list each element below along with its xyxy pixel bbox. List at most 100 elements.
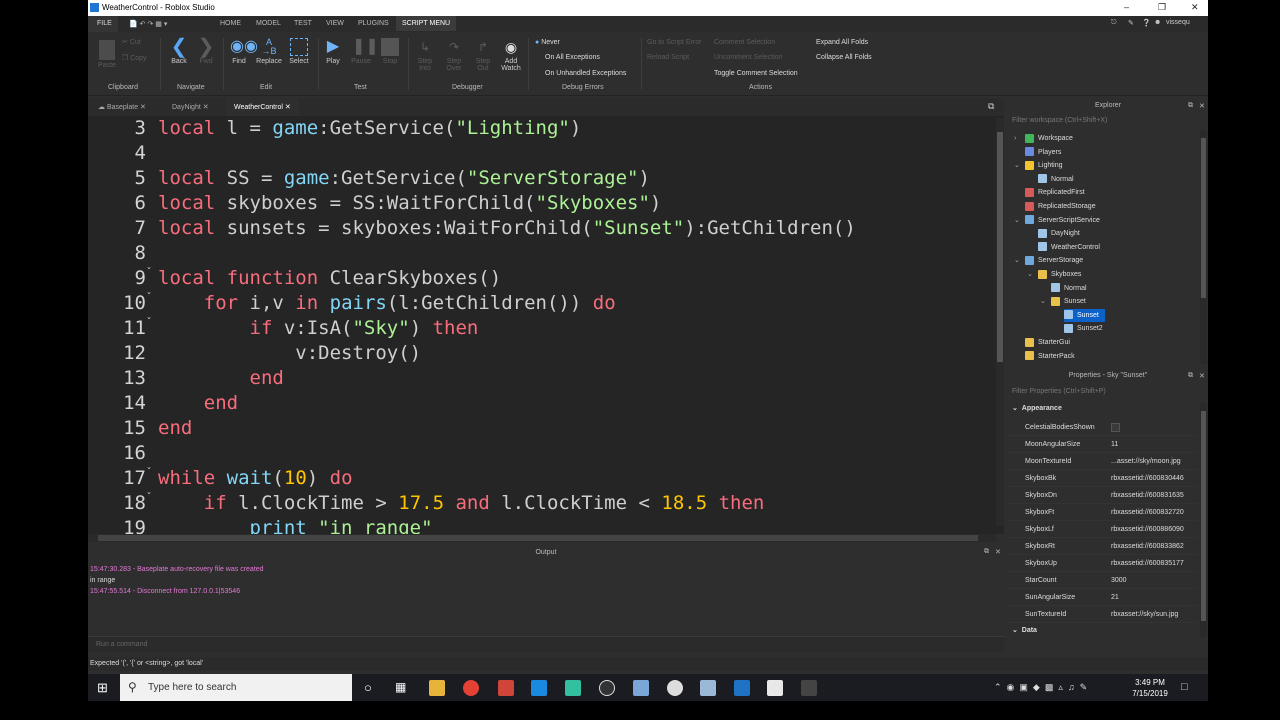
invite-icon[interactable]: ✎	[1128, 19, 1134, 27]
user-avatar-icon[interactable]: ☻	[1154, 19, 1161, 26]
explorer-item[interactable]: Sunset2	[1064, 322, 1103, 335]
explorer-item[interactable]: ⌄ ServerScriptService	[1014, 214, 1100, 227]
app-icon[interactable]	[498, 680, 514, 696]
step-into-button[interactable]: ↳ Step Into	[413, 38, 437, 72]
help-icon[interactable]: ❔	[1142, 19, 1151, 27]
file-explorer-icon[interactable]	[429, 680, 445, 696]
explorer-item[interactable]: StarterPack	[1025, 350, 1075, 363]
command-bar[interactable]: Run a command	[88, 636, 1004, 652]
code-line[interactable]: 16	[88, 441, 988, 466]
editor-vertical-scrollbar[interactable]	[996, 118, 1004, 526]
expand-chevron-icon[interactable]: ⌄	[1027, 268, 1033, 281]
maximize-icon[interactable]: ❐	[1158, 2, 1166, 13]
script-editor[interactable]: 3 local l = game:GetService("Lighting") 4 5…	[88, 116, 1004, 534]
forward-button[interactable]: ❯ Fwd	[195, 37, 217, 65]
explorer-item[interactable]: WeatherControl	[1038, 241, 1100, 254]
undock-icon[interactable]: ⧉	[1188, 102, 1193, 110]
close-panel-icon[interactable]: ✕	[1199, 102, 1205, 110]
copy-button[interactable]: ❐ Copy	[122, 54, 152, 62]
taskbar-clock[interactable]: 3:49 PM 7/15/2019	[1130, 677, 1170, 699]
fold-chevron-icon[interactable]: ˇ	[146, 460, 152, 485]
code-line[interactable]: 13 end	[88, 366, 988, 391]
code-line[interactable]: 12 v:Destroy()	[88, 341, 988, 366]
explorer-item[interactable]: ⌄ Skyboxes	[1027, 268, 1081, 281]
play-button[interactable]: ▶ Play	[322, 38, 344, 65]
tab-view[interactable]: VIEW	[326, 20, 344, 27]
explorer-item[interactable]: ⌄ Sunset	[1040, 295, 1086, 308]
step-over-button[interactable]: ↷ Step Over	[442, 38, 466, 72]
property-value[interactable]: rbxassetid://600835177	[1111, 555, 1184, 572]
code-line[interactable]: 17 ˇ while wait(10) do	[88, 466, 988, 491]
debug-all-exceptions-option[interactable]: On All Exceptions	[545, 54, 600, 61]
app-icon[interactable]	[700, 680, 716, 696]
code-line[interactable]: 19 print "in range"	[88, 516, 988, 534]
explorer-item[interactable]: ⌄ Lighting	[1014, 159, 1063, 172]
expand-chevron-icon[interactable]: ⌄	[1014, 214, 1020, 227]
explorer-item[interactable]: ⌄ ServerStorage	[1014, 254, 1083, 267]
close-tab-icon[interactable]: ✕	[285, 104, 291, 111]
property-row[interactable]: SkyboxLf rbxassetid://600886090	[1008, 521, 1198, 538]
explorer-item[interactable]: ReplicatedFirst	[1025, 186, 1085, 199]
property-row[interactable]: MoonAngularSize 11	[1008, 436, 1198, 453]
stop-button[interactable]: Stop	[379, 38, 401, 65]
explorer-scrollbar[interactable]	[1200, 130, 1207, 364]
close-tab-icon[interactable]: ✕	[203, 104, 209, 111]
code-line[interactable]: 7 local sunsets = skyboxes:WaitForChild("…	[88, 216, 988, 241]
code-line[interactable]: 6 local skyboxes = SS:WaitForChild("Skybo…	[88, 191, 988, 216]
task-view-icon[interactable]: ▦	[395, 680, 411, 696]
property-row[interactable]: CelestialBodiesShown	[1008, 419, 1198, 436]
comment-selection-button[interactable]: Comment Selection	[714, 39, 775, 46]
step-out-button[interactable]: ↱ Step Out	[471, 38, 495, 72]
explorer-item[interactable]: Players	[1025, 146, 1061, 159]
property-value[interactable]: rbxasset://sky/sun.jpg	[1111, 606, 1178, 623]
property-value[interactable]: rbxassetid://600886090	[1111, 521, 1184, 538]
close-tab-icon[interactable]: ✕	[140, 104, 146, 111]
properties-filter-input[interactable]: Filter Properties (Ctrl+Shift+P)	[1010, 386, 1196, 398]
explorer-item[interactable]: Sunset	[1064, 308, 1105, 322]
undock-icon[interactable]: ⧉	[1188, 372, 1193, 380]
minimize-icon[interactable]: –	[1124, 2, 1129, 12]
back-button[interactable]: ❮ Back	[168, 37, 190, 65]
select-button[interactable]: Select	[287, 38, 311, 65]
property-value[interactable]: 21	[1111, 589, 1119, 606]
undock-icon[interactable]: ⧉	[984, 548, 989, 556]
tab-plugins[interactable]: PLUGINS	[358, 20, 389, 27]
scroll-thumb[interactable]	[98, 535, 978, 541]
scroll-thumb[interactable]	[997, 132, 1003, 362]
property-value[interactable]: 11	[1111, 436, 1118, 453]
explorer-filter-input[interactable]: Filter workspace (Ctrl+Shift+X)	[1010, 115, 1196, 127]
scroll-thumb[interactable]	[1201, 411, 1206, 621]
code-line[interactable]: 4	[88, 141, 988, 166]
debug-unhandled-option[interactable]: On Unhandled Exceptions	[545, 70, 626, 77]
go-to-script-error-button[interactable]: Go to Script Error	[647, 39, 701, 46]
app-icon[interactable]	[565, 680, 581, 696]
tab-script-menu[interactable]: SCRIPT MENU	[396, 16, 457, 31]
explorer-item[interactable]: Normal	[1051, 282, 1087, 295]
cut-button[interactable]: ✂ Cut	[122, 38, 152, 46]
code-line[interactable]: 10 ˇ for i,v in pairs(l:GetChildren()) do	[88, 291, 988, 316]
property-row[interactable]: StarCount 3000	[1008, 572, 1198, 589]
add-watch-button[interactable]: ◉ Add Watch	[498, 38, 524, 72]
app-icon[interactable]	[667, 680, 683, 696]
property-row[interactable]: SkyboxUp rbxassetid://600835177	[1008, 555, 1198, 572]
paste-button[interactable]: Paste	[95, 40, 119, 69]
expand-chevron-icon[interactable]: ⌄	[1040, 295, 1046, 308]
explorer-item[interactable]: › Workspace	[1014, 132, 1073, 145]
find-button[interactable]: ◉◉ Find	[228, 38, 258, 65]
cortana-icon[interactable]: ○	[364, 680, 380, 696]
property-row[interactable]: SkyboxDn rbxassetid://600831635	[1008, 487, 1198, 504]
property-row[interactable]: SunAngularSize 21	[1008, 589, 1198, 606]
code-line[interactable]: 3 local l = game:GetService("Lighting")	[88, 116, 988, 141]
code-line[interactable]: 14 end	[88, 391, 988, 416]
reload-script-button[interactable]: Reload Script	[647, 54, 689, 61]
expand-chevron-icon[interactable]: ›	[1014, 132, 1016, 145]
code-line[interactable]: 5 local SS = game:GetService("ServerStora…	[88, 166, 988, 191]
close-icon[interactable]: ✕	[1191, 2, 1199, 13]
tab-baseplate[interactable]: ☁ Baseplate ✕	[90, 98, 154, 116]
file-menu[interactable]: FILE	[88, 16, 118, 32]
expand-all-folds-button[interactable]: Expand All Folds	[816, 39, 868, 46]
code-line[interactable]: 11 ˇ if v:IsA("Sky") then	[88, 316, 988, 341]
replace-button[interactable]: A →B Replace	[254, 38, 284, 66]
uncomment-selection-button[interactable]: Uncomment Selection	[714, 54, 782, 61]
close-panel-icon[interactable]: ✕	[995, 548, 1001, 556]
